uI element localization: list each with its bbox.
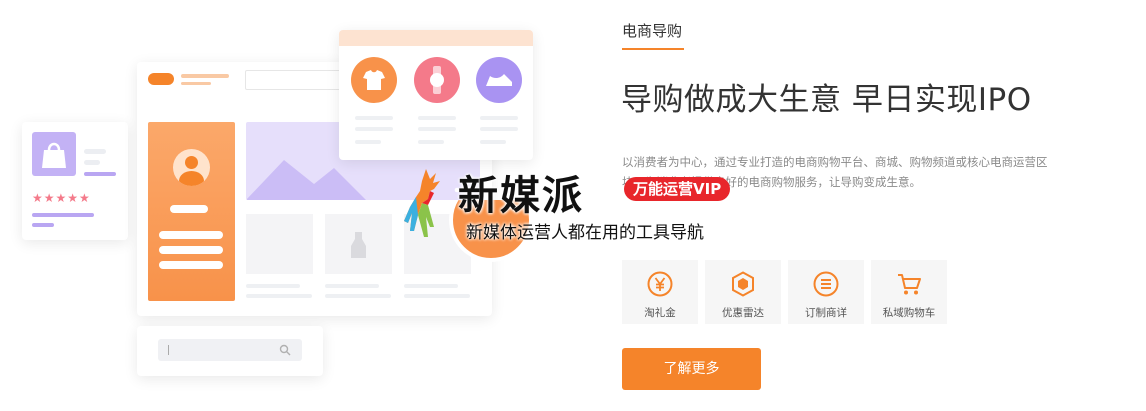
avatar [173,149,210,186]
watermark-subtitle: 新媒体运营人都在用的工具导航 [466,223,704,243]
feature-tile-tao-lijin[interactable]: 淘礼金 [622,260,698,324]
bottle-icon [351,232,366,258]
feature-label: 优惠雷达 [722,307,764,319]
product-tile [246,214,313,274]
search-bar-mock [158,339,302,361]
watermark-badge: 万能运营VIP [624,177,731,201]
yen-coin-icon [647,271,673,297]
card-accent-line [32,213,94,217]
card-text-line [84,160,100,165]
category-text-line [355,116,393,120]
shopping-cart-icon [898,274,921,295]
rating-stars: ★★★★★ [32,191,91,205]
deer-logo-icon [404,169,440,237]
category-card [339,30,533,160]
mockup-nav-line [181,74,229,78]
watch-icon [414,57,460,103]
category-text-line [480,116,518,120]
category-card-header [339,30,533,46]
shopping-bag-icon [42,142,66,168]
mockup-profile-panel [148,122,235,301]
tile-caption [246,294,312,298]
search-icon [279,344,291,356]
watermark-title: 新媒派 [458,173,584,219]
tile-caption [325,294,391,298]
tshirt-icon [351,57,397,103]
page-title: 导购做成大生意 早日实现IPO [621,82,1032,118]
category-text-line [418,116,456,120]
product-rating-card: ★★★★★ [22,122,128,240]
mockup-nav-line [181,82,211,85]
bag-thumbnail [32,132,76,176]
category-text-line [355,140,381,144]
mockup-logo [148,73,174,85]
category-text-line [418,127,456,131]
watermark: 新媒派 万能运营VIP 新媒体运营人都在用的工具导航 [398,165,758,245]
feature-label: 淘礼金 [644,307,676,319]
sneaker-icon [476,57,522,103]
category-text-line [480,140,506,144]
learn-more-button[interactable]: 了解更多 [622,348,761,390]
category-text-line [355,127,393,131]
card-text-line [84,149,106,154]
search-card [137,326,323,376]
list-detail-icon [813,271,839,297]
section-kicker: 电商导购 [622,22,683,40]
panel-text-line [159,246,223,254]
category-text-line [418,140,444,144]
tile-caption [404,284,458,288]
tile-caption [404,294,470,298]
product-tile [325,214,392,274]
card-accent-line [32,223,54,227]
feature-tile-discount-radar[interactable]: 优惠雷达 [705,260,781,324]
tile-caption [246,284,300,288]
kicker-underline [622,48,684,50]
feature-tile-private-cart[interactable]: 私域购物车 [871,260,947,324]
tile-caption [325,284,379,288]
category-text-line [480,127,518,131]
panel-text-line [159,231,223,239]
feature-label: 私域购物车 [882,307,936,319]
card-accent-line [84,172,116,176]
feature-tile-custom-detail[interactable]: 订制商详 [788,260,864,324]
panel-text-line [159,261,223,269]
panel-text-line [170,205,208,213]
discount-radar-icon [732,271,754,297]
feature-label: 订制商详 [805,307,847,319]
